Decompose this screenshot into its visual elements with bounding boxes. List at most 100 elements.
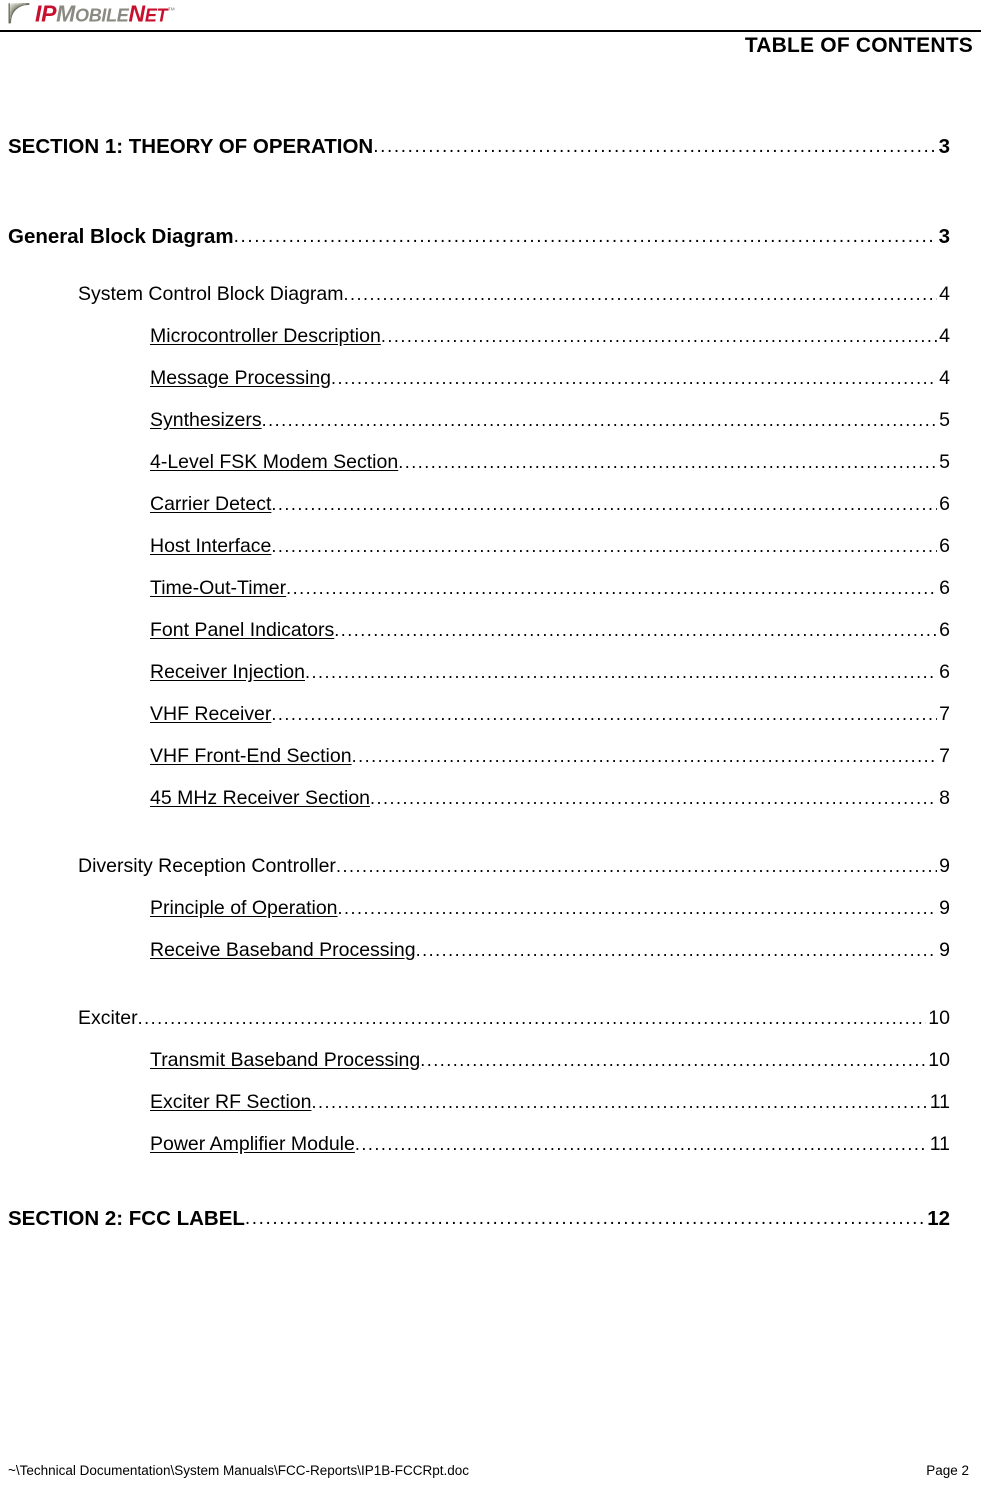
toc-entry-label[interactable]: Transmit Baseband Processing [150,1046,420,1074]
toc-leader-dots [331,373,937,393]
toc-leader-dots [370,793,937,813]
toc-entry-label[interactable]: Exciter RF Section [150,1088,311,1116]
toc-entry-page-number: 4 [939,367,950,389]
toc-entry-label[interactable]: Receiver Injection [150,658,305,686]
toc-entry-level-3[interactable]: Receiver Injection 6 [0,658,981,686]
toc-entry-level-3[interactable]: VHF Receiver 7 [0,700,981,728]
toc-leader-dots [344,289,938,309]
toc-entry-label[interactable]: SECTION 1: THEORY OF OPERATION [8,132,373,162]
ipmobilenet-logo: IPMOBILENET™ [8,0,175,26]
toc-entry-level-3[interactable]: VHF Front-End Section 7 [0,742,981,770]
ipmobilenet-swoosh-icon [8,2,30,24]
toc-entry-label[interactable]: SECTION 2: FCC LABEL [8,1204,245,1234]
toc-entry-label[interactable]: VHF Receiver [150,700,271,728]
toc-entry-page-number: 6 [939,661,950,683]
toc-entry-page-number: 6 [939,619,950,641]
toc-entry-label[interactable]: Diversity Reception Controller [78,852,336,880]
toc-entry-label[interactable]: Message Processing [150,364,331,392]
toc-entry-page-number: 8 [939,787,950,809]
toc-leader-dots [311,1097,927,1117]
toc-entry-level-3[interactable]: Receive Baseband Processing 9 [0,936,981,964]
toc-entry-label[interactable]: System Control Block Diagram [78,280,344,308]
toc-leader-dots [338,903,938,923]
toc-entry-label[interactable]: Principle of Operation [150,894,338,922]
toc-entry-label[interactable]: VHF Front-End Section [150,742,352,770]
toc-entry-page-number: 6 [939,535,950,557]
toc-entry-label[interactable]: Time-Out-Timer [150,574,286,602]
logo-wordmark: IPMOBILENET™ [35,0,175,27]
toc-leader-dots [381,331,937,351]
toc-entry-level-3[interactable]: Carrier Detect 6 [0,490,981,518]
toc-leader-dots [262,415,938,435]
toc-entry-page-number: 10 [928,1049,950,1071]
toc-leader-dots [271,541,937,561]
toc-entry-level-3[interactable]: Transmit Baseband Processing 10 [0,1046,981,1074]
header-divider [0,30,981,32]
toc-entry-level-3[interactable]: Synthesizers 5 [0,406,981,434]
toc-entry-level-3[interactable]: Font Panel Indicators 6 [0,616,981,644]
toc-entry-level-3[interactable]: Message Processing 4 [0,364,981,392]
toc-entry-level-3[interactable]: 45 MHz Receiver Section 8 [0,784,981,812]
toc-entry-page-number: 11 [929,1133,950,1155]
toc-entry-label[interactable]: Carrier Detect [150,490,271,518]
toc-entry-page-number: 10 [928,1007,950,1029]
logo-net-text: ET [144,5,168,26]
toc-entry-label[interactable]: 45 MHz Receiver Section [150,784,370,812]
toc-entry-label[interactable]: General Block Diagram [8,222,234,252]
toc-entry-level-3[interactable]: Host Interface 6 [0,532,981,560]
toc-leader-dots [234,232,937,253]
toc-entry-page-number: 9 [939,855,950,877]
toc-entry-label[interactable]: Exciter [78,1004,138,1032]
toc-entry-level-3[interactable]: Microcontroller Description 4 [0,322,981,350]
toc-entry-page-number: 11 [929,1091,950,1113]
table-of-contents: SECTION 1: THEORY OF OPERATION3General B… [0,132,981,1262]
toc-entry-label[interactable]: Synthesizers [150,406,262,434]
toc-leader-dots [138,1013,927,1033]
footer-page-number: Page 2 [926,1463,969,1478]
toc-entry-level-3[interactable]: Exciter RF Section 11 [0,1088,981,1116]
toc-entry-level-2[interactable]: System Control Block Diagram 4 [0,280,981,308]
toc-entry-level-2[interactable]: Exciter 10 [0,1004,981,1032]
toc-leader-dots [286,583,937,603]
toc-entry-page-number: 12 [927,1207,950,1230]
toc-entry-page-number: 7 [939,703,950,725]
toc-entry-label[interactable]: Font Panel Indicators [150,616,334,644]
logo-mobile-text: OBILE [75,5,129,26]
logo-net-cap: N [128,0,146,27]
toc-entry-page-number: 3 [938,135,950,158]
toc-entry-page-number: 5 [939,409,950,431]
toc-entry-level-1[interactable]: General Block Diagram 3 [0,222,981,252]
page-header: IPMOBILENET™ TABLE OF CONTENTS [0,0,981,57]
toc-entry-label[interactable]: Receive Baseband Processing [150,936,416,964]
toc-entry-level-1[interactable]: SECTION 2: FCC LABEL 12 [0,1204,981,1234]
toc-entry-label[interactable]: Host Interface [150,532,271,560]
logo-trademark: ™ [167,5,175,15]
toc-entry-level-1[interactable]: SECTION 1: THEORY OF OPERATION 3 [0,132,981,162]
toc-entry-label[interactable]: 4-Level FSK Modem Section [150,448,398,476]
toc-entry-level-3[interactable]: Principle of Operation 9 [0,894,981,922]
toc-entry-page-number: 9 [939,939,950,961]
toc-entry-level-3[interactable]: 4-Level FSK Modem Section 5 [0,448,981,476]
toc-entry-page-number: 4 [939,283,950,305]
toc-leader-dots [420,1055,926,1075]
toc-entry-page-number: 6 [939,577,950,599]
toc-entry-label[interactable]: Power Amplifier Module [150,1130,355,1158]
toc-entry-level-3[interactable]: Time-Out-Timer 6 [0,574,981,602]
logo-mobile-cap: M [56,0,75,27]
toc-entry-page-number: 5 [939,451,950,473]
toc-entry-page-number: 9 [939,897,950,919]
toc-entry-page-number: 3 [938,225,950,248]
page-footer: ~\Technical Documentation\System Manuals… [0,1463,981,1483]
toc-leader-dots [336,861,937,881]
toc-leader-dots [355,1139,928,1159]
footer-file-path: ~\Technical Documentation\System Manuals… [8,1463,470,1478]
toc-entry-page-number: 7 [939,745,950,767]
toc-entry-label[interactable]: Microcontroller Description [150,322,381,350]
toc-leader-dots [334,625,937,645]
toc-entry-level-3[interactable]: Power Amplifier Module 11 [0,1130,981,1158]
toc-entry-level-2[interactable]: Diversity Reception Controller 9 [0,852,981,880]
